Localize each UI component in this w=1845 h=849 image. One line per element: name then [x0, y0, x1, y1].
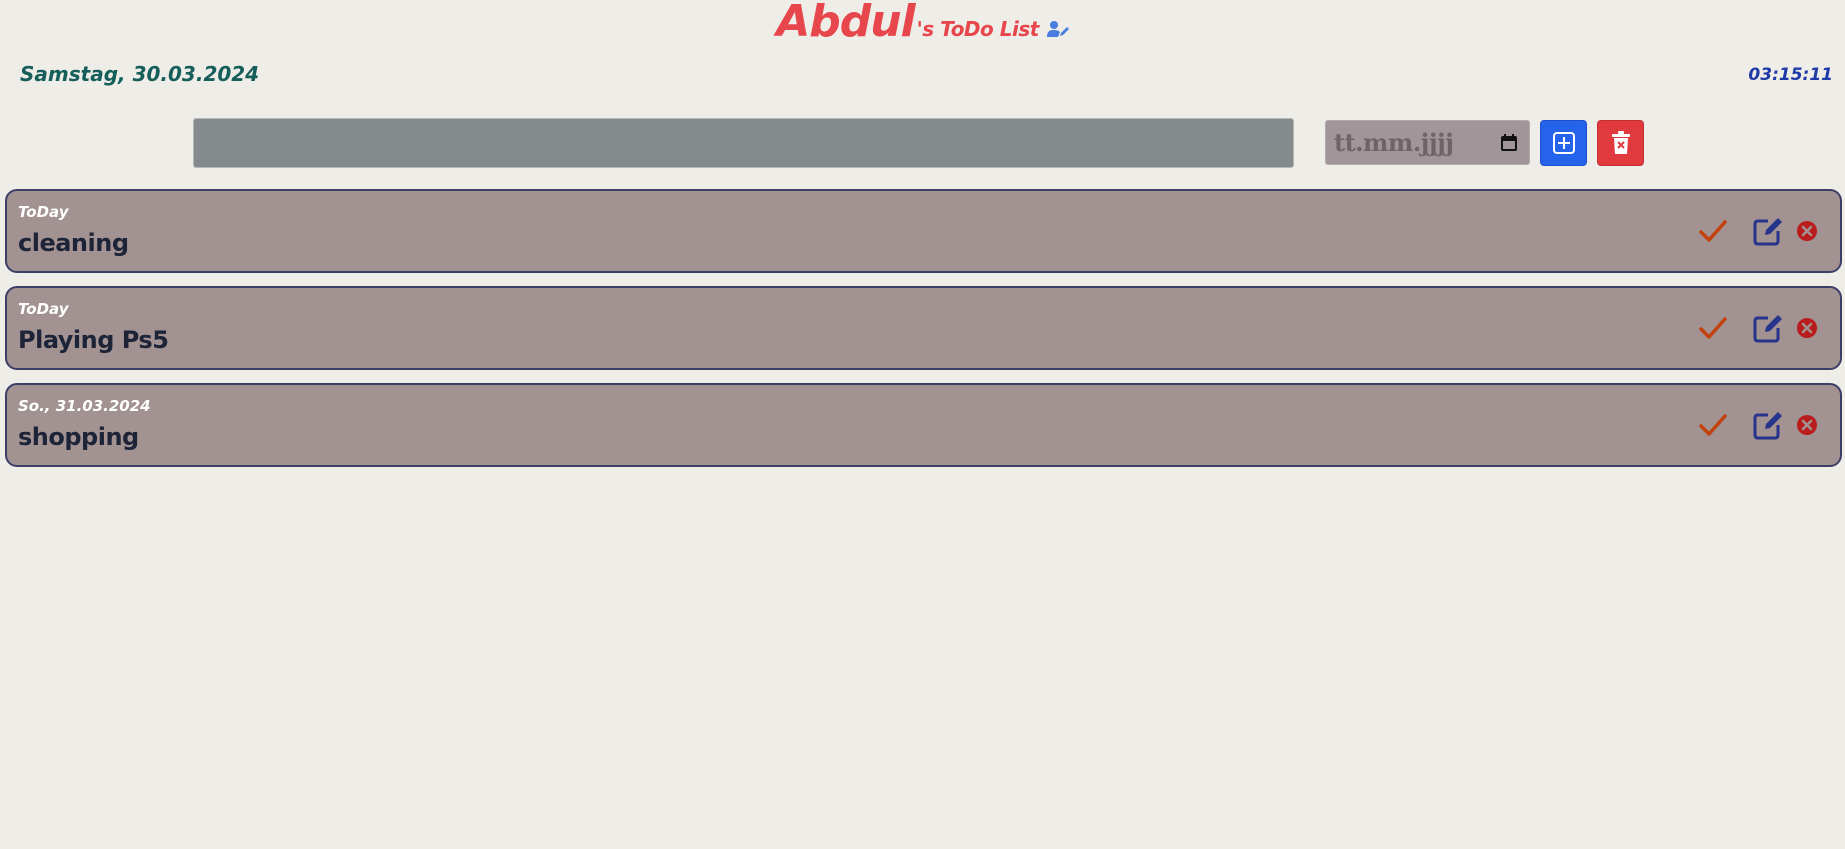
check-icon [1699, 414, 1727, 436]
check-icon [1699, 317, 1727, 339]
complete-button[interactable] [1698, 410, 1728, 440]
owner-name: Abdul [776, 0, 915, 47]
edit-icon [1753, 315, 1782, 343]
task-input[interactable] [193, 118, 1294, 168]
close-circle-icon [1797, 318, 1817, 338]
todo-item: ToDay Playing Ps5 [5, 286, 1842, 370]
todo-text: cleaning [18, 229, 129, 257]
close-circle-icon [1797, 415, 1817, 435]
todo-text: shopping [18, 423, 139, 451]
todo-date: So., 31.03.2024 [18, 397, 151, 415]
user-pen-icon [1046, 20, 1069, 38]
delete-button[interactable] [1796, 414, 1818, 436]
todo-text: Playing Ps5 [18, 326, 169, 354]
clear-all-button[interactable] [1597, 120, 1644, 166]
edit-button[interactable] [1752, 409, 1784, 441]
app-title: Abdul 's ToDo List [776, 0, 1069, 44]
todo-actions [1698, 409, 1818, 441]
current-date: Samstag, 30.03.2024 [20, 62, 260, 86]
edit-button[interactable] [1752, 215, 1784, 247]
todo-actions [1698, 215, 1818, 247]
todo-date: ToDay [18, 300, 69, 318]
todo-item: ToDay cleaning [5, 189, 1842, 273]
complete-button[interactable] [1698, 216, 1728, 246]
todo-list: ToDay cleaning ToDay Playing Ps5 So., 31… [5, 189, 1842, 480]
delete-button[interactable] [1796, 317, 1818, 339]
date-placeholder: tt.mm.jjjj [1334, 128, 1454, 157]
plus-square-icon [1552, 132, 1575, 154]
delete-button[interactable] [1796, 220, 1818, 242]
todo-item: So., 31.03.2024 shopping [5, 383, 1842, 467]
todo-date: ToDay [18, 203, 69, 221]
close-circle-icon [1797, 221, 1817, 241]
edit-button[interactable] [1752, 312, 1784, 344]
trash-x-icon [1611, 131, 1630, 154]
calendar-icon[interactable] [1499, 133, 1519, 153]
current-time: 03:15:11 [1748, 65, 1833, 85]
edit-icon [1753, 218, 1782, 246]
add-task-button[interactable] [1540, 120, 1587, 166]
app-header: Abdul 's ToDo List [0, 0, 1845, 50]
due-date-input[interactable]: tt.mm.jjjj [1325, 120, 1530, 165]
complete-button[interactable] [1698, 313, 1728, 343]
edit-icon [1753, 412, 1782, 440]
todo-actions [1698, 312, 1818, 344]
check-icon [1699, 220, 1727, 242]
title-suffix: 's ToDo List [916, 17, 1040, 41]
